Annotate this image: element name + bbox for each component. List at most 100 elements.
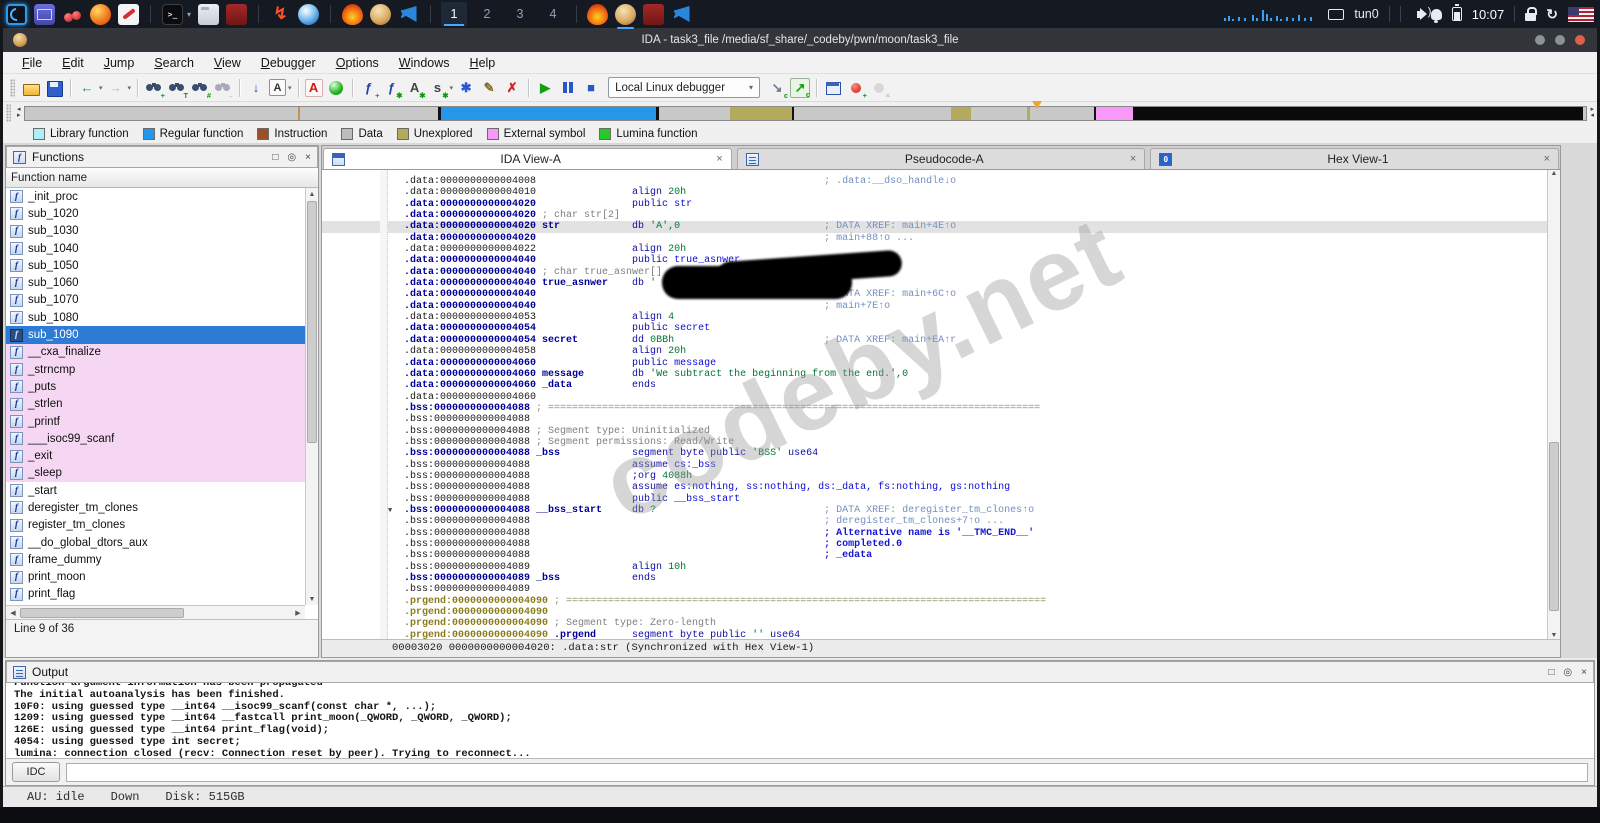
chevron-down-icon[interactable]: ▾ xyxy=(128,84,132,92)
idc-button[interactable]: IDC xyxy=(12,762,60,782)
chevron-down-icon[interactable]: ▾ xyxy=(99,84,103,92)
scroll-left-icon[interactable]: ◀ xyxy=(6,609,20,617)
function-name-column-header[interactable]: Function name xyxy=(6,168,318,188)
menu-help[interactable]: Help xyxy=(461,54,505,72)
workspace-4[interactable]: 4 xyxy=(540,2,566,26)
disasm-line[interactable]: .bss:0000000000004088 ; Segment type: Un… xyxy=(322,426,1547,437)
disasm-line[interactable]: .data:0000000000004010 align 20h xyxy=(322,187,1547,198)
rename-symbol-icon[interactable]: A ✱ xyxy=(405,78,426,100)
notifications-icon[interactable] xyxy=(1430,8,1442,23)
window-titlebar[interactable]: IDA - task3_file /media/sf_share/_codeby… xyxy=(3,28,1597,52)
function-row[interactable]: f _init_proc xyxy=(6,188,305,205)
navband-segment[interactable] xyxy=(440,106,657,120)
network-interface-label[interactable]: tun0 xyxy=(1354,7,1378,21)
disasm-line[interactable]: .bss:0000000000004089 _bss ends xyxy=(322,573,1547,584)
display-icon[interactable] xyxy=(1328,8,1345,20)
disasm-line[interactable]: .data:0000000000004060 message db 'We su… xyxy=(322,369,1547,380)
save-database-icon[interactable] xyxy=(44,78,64,98)
volume-icon[interactable] xyxy=(1416,6,1431,20)
menu-search[interactable]: Search xyxy=(145,54,203,72)
toolbar-handle[interactable] xyxy=(10,78,15,97)
battery-icon[interactable] xyxy=(1451,4,1462,21)
scrollbar-thumb[interactable] xyxy=(1549,442,1559,611)
function-row[interactable]: f print_flag xyxy=(6,586,305,603)
overlay-icon[interactable]: ◎ xyxy=(287,152,296,163)
function-row[interactable]: f sub_1060 xyxy=(6,274,305,291)
function-row[interactable]: f ___isoc99_scanf xyxy=(6,430,305,448)
menu-debugger[interactable]: Debugger xyxy=(252,54,325,72)
navband-segment[interactable] xyxy=(1095,106,1134,120)
edit-comment-icon[interactable]: ✎ xyxy=(479,78,499,98)
function-row[interactable]: f sub_1020 xyxy=(6,205,305,222)
connection-status[interactable]: Down xyxy=(111,790,140,804)
disasm-line[interactable]: .bss:0000000000004089 align 10h xyxy=(322,562,1547,573)
close-icon[interactable] xyxy=(1575,35,1585,45)
navband-segment[interactable] xyxy=(24,106,298,120)
disasm-line[interactable]: .data:0000000000004020 str db 'A',0 ; DA… xyxy=(322,221,1547,233)
disasm-line[interactable]: .data:0000000000004053 align 4 xyxy=(322,312,1547,323)
search-again-icon[interactable]: + xyxy=(144,78,165,100)
tab-hex-view-1[interactable]: 0 Hex View-1 × xyxy=(1150,148,1560,169)
disasm-line[interactable]: .data:0000000000004040 ; char true_asnwe… xyxy=(322,267,1547,278)
file-manager-icon[interactable] xyxy=(198,3,220,25)
maltego-app-icon[interactable] xyxy=(298,3,320,25)
restore-icon[interactable]: □ xyxy=(272,152,278,163)
disasm-line[interactable]: .data:0000000000004020 public str xyxy=(322,199,1547,210)
attach-process-icon[interactable]: ↘ c xyxy=(767,78,788,100)
desktop-app-icon[interactable] xyxy=(34,3,55,25)
debug-start-icon[interactable]: ▶ xyxy=(535,78,555,98)
function-row[interactable]: f _strlen xyxy=(6,395,305,413)
disasm-line[interactable]: .data:0000000000004060 xyxy=(322,392,1547,403)
function-row[interactable]: f sub_1050 xyxy=(6,257,305,274)
set-colors-icon[interactable]: A xyxy=(304,78,323,97)
disasm-line[interactable]: .prgend:0000000000004090 ; =============… xyxy=(322,596,1547,607)
disasm-line[interactable]: ▼ .bss:0000000000004088 __bss_start db ? … xyxy=(322,505,1547,516)
scroll-right-icon[interactable]: ▶ xyxy=(291,609,305,617)
disasm-line[interactable]: .data:0000000000004040 ; DATA XREF: main… xyxy=(322,289,1547,300)
nav-forward-icon[interactable]: → xyxy=(106,78,126,98)
navband-segment[interactable] xyxy=(794,106,951,120)
menu-jump[interactable]: Jump xyxy=(95,54,144,72)
function-row[interactable]: f __cxa_finalize xyxy=(6,343,305,361)
scrollbar-thumb[interactable] xyxy=(307,201,317,443)
navband-segment[interactable] xyxy=(970,106,1028,120)
menu-options[interactable]: Options xyxy=(327,54,388,72)
chevron-down-icon[interactable]: ▾ xyxy=(450,84,454,92)
function-row[interactable]: f sub_1040 xyxy=(6,240,305,257)
disasm-line[interactable]: .bss:0000000000004088 ; Segment permissi… xyxy=(322,437,1547,448)
workspace-1[interactable]: 1 xyxy=(441,2,468,26)
search-value-icon[interactable]: # xyxy=(190,78,211,100)
function-row[interactable]: f sub_1030 xyxy=(6,223,305,240)
disasm-line[interactable]: .bss:0000000000004088 ; deregister_tm_cl… xyxy=(322,516,1547,527)
text-editor-app-icon[interactable] xyxy=(118,3,139,25)
disasm-line[interactable]: .bss:0000000000004088 assume es:nothing,… xyxy=(322,482,1547,493)
output-panel-titlebar[interactable]: Output □ ◎ × xyxy=(6,661,1594,683)
function-row[interactable]: f _strncmp xyxy=(6,360,305,379)
disasm-line[interactable]: .data:0000000000004020 ; main+88↑o ... xyxy=(322,233,1547,244)
menu-edit[interactable]: Edit xyxy=(53,54,93,72)
add-breakpoint-icon[interactable]: + xyxy=(846,78,867,100)
lock-screen-icon[interactable] xyxy=(1525,6,1537,21)
disasm-line[interactable]: .data:0000000000004040 ; main+7E↑o xyxy=(322,301,1547,312)
disasm-line[interactable]: .bss:0000000000004088 public __bss_start xyxy=(322,494,1547,505)
debug-pause-icon[interactable] xyxy=(558,78,578,98)
scroll-up-icon[interactable]: ▲ xyxy=(306,188,318,200)
navband-segment[interactable] xyxy=(659,106,730,120)
maximize-icon[interactable] xyxy=(1555,35,1565,45)
disasm-line[interactable]: .data:0000000000004040 true_asnwer db ' … xyxy=(322,278,1547,289)
disasm-line[interactable]: .data:0000000000004008 ; .data:__dso_han… xyxy=(322,176,1547,187)
search-text-icon[interactable]: T xyxy=(167,78,188,100)
function-row[interactable]: f _exit xyxy=(6,447,305,465)
running-notes-app-icon[interactable] xyxy=(643,3,665,25)
string-literal-icon[interactable]: s ✱ xyxy=(428,78,449,100)
output-log[interactable]: Function argument information has been p… xyxy=(6,683,1594,759)
function-row[interactable]: f sub_1080 xyxy=(6,309,305,326)
scroll-down-icon[interactable]: ▼ xyxy=(306,593,318,605)
delete-breakpoint-icon[interactable]: × xyxy=(869,78,890,100)
functions-vertical-scrollbar[interactable]: ▲ ▼ xyxy=(305,188,318,605)
menu-view[interactable]: View xyxy=(205,54,250,72)
undefine-icon[interactable]: ✗ xyxy=(502,78,522,98)
menu-windows[interactable]: Windows xyxy=(390,54,459,72)
minimize-icon[interactable] xyxy=(1535,35,1545,45)
disasm-line[interactable]: .bss:0000000000004088 _bss segment byte … xyxy=(322,448,1547,459)
